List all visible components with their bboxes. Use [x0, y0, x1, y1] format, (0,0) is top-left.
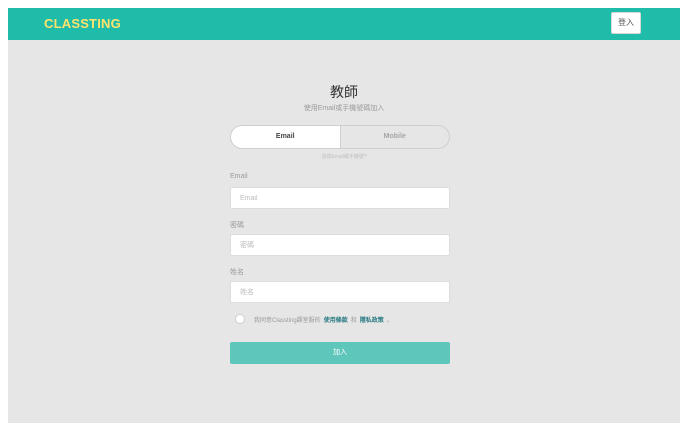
classting-logo[interactable]: CLASSTING: [44, 16, 121, 31]
login-button[interactable]: 登入: [611, 12, 641, 34]
page-title: 教師: [330, 84, 358, 100]
page-subtitle: 使用Email或手機號碼加入: [303, 105, 385, 112]
email-label: Email: [230, 173, 248, 180]
no-email-help-link[interactable]: 沒有Email或手機號?: [8, 153, 680, 160]
name-label: 姓名: [230, 269, 244, 276]
agreement-suffix-text: 。: [386, 317, 393, 324]
tab-email[interactable]: Email: [231, 126, 340, 148]
page-frame: CLASSTING 登入 教師 使用Email或手機號碼加入 Email Mob…: [8, 8, 680, 423]
terms-agreement-row: 我同意Classting課室服的 使用條款 和 隱私政策 。: [235, 313, 393, 325]
join-button[interactable]: 加入: [230, 342, 450, 364]
password-label: 密碼: [230, 222, 244, 229]
name-field[interactable]: [230, 281, 450, 303]
top-navigation-bar: CLASSTING 登入: [8, 8, 680, 40]
tab-mobile[interactable]: Mobile: [339, 126, 450, 148]
agreement-prefix-text: 我同意Classting課室服的: [254, 317, 321, 324]
agreement-and-text: 和: [350, 317, 357, 324]
email-field[interactable]: [230, 187, 450, 209]
signup-method-toggle: Email Mobile: [230, 125, 450, 149]
terms-of-use-link[interactable]: 使用條款: [324, 315, 348, 324]
privacy-policy-link[interactable]: 隱私政策: [360, 315, 384, 324]
agree-checkbox[interactable]: [235, 314, 245, 324]
password-field[interactable]: [230, 234, 450, 256]
